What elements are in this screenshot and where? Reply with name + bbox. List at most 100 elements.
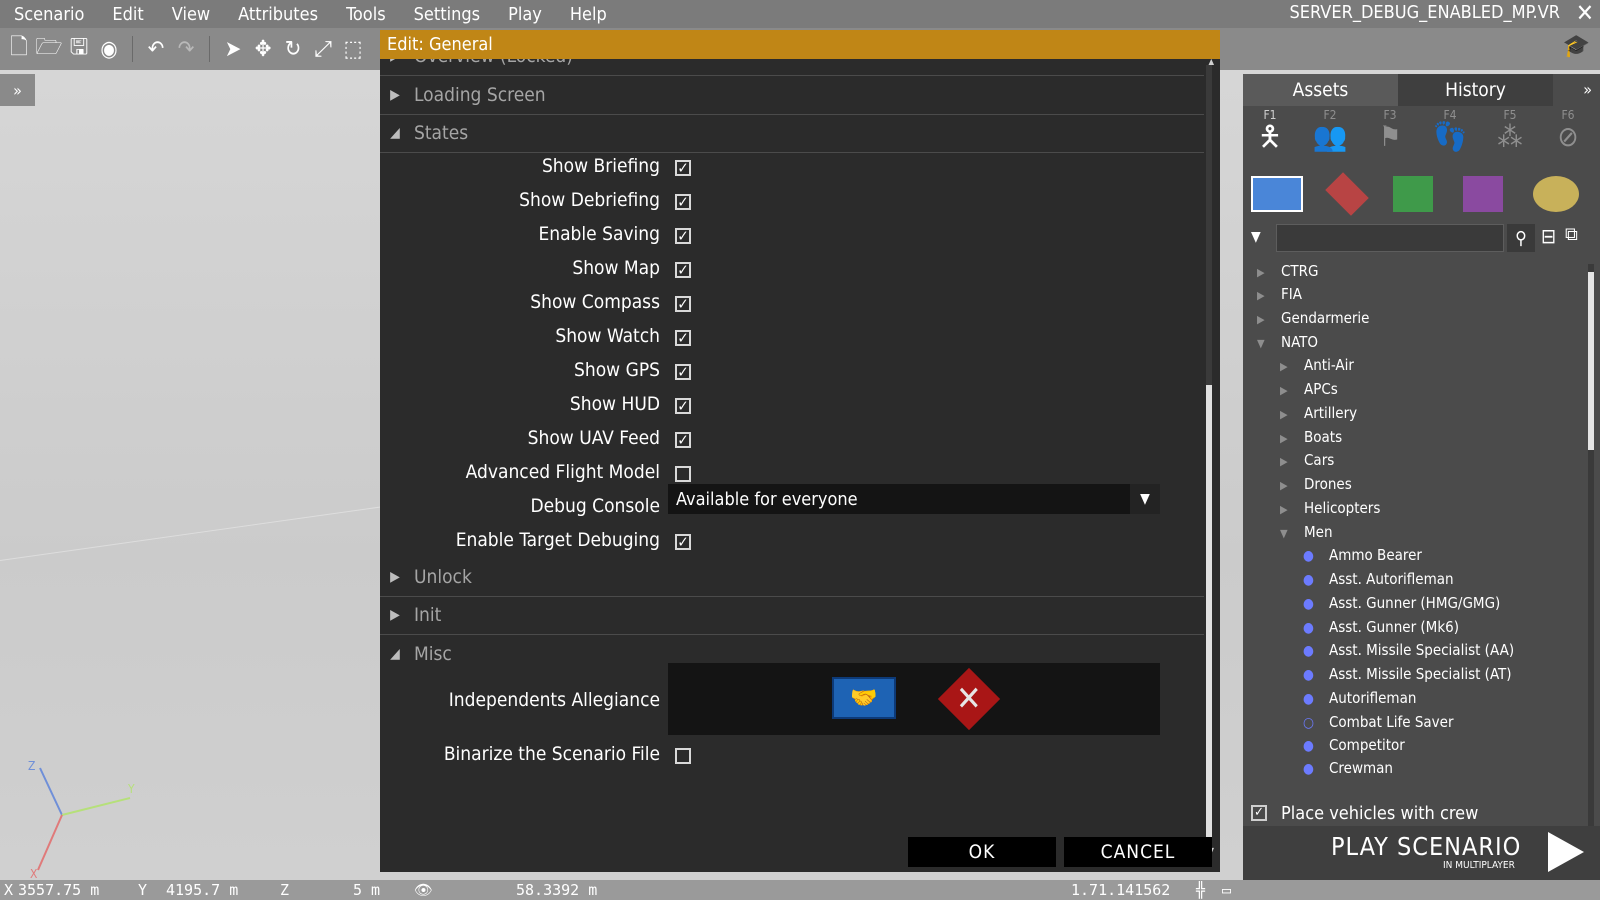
show-briefing-checkbox[interactable]: ✓ bbox=[675, 160, 691, 176]
unit-item[interactable]: ● Autorifleman bbox=[1303, 689, 1416, 707]
tree-item[interactable]: ▶ Gendarmerie bbox=[1257, 309, 1370, 327]
select-cursor-icon[interactable]: ➤ bbox=[219, 35, 247, 63]
area-select-icon[interactable]: ⬚ bbox=[339, 35, 367, 63]
binarize-checkbox[interactable] bbox=[675, 748, 691, 764]
side-independent[interactable] bbox=[1393, 176, 1433, 212]
unit-item[interactable]: ● Asst. Missile Specialist (AA) bbox=[1303, 641, 1514, 659]
tree-scrollbar-thumb[interactable] bbox=[1588, 272, 1594, 450]
show-compass-checkbox[interactable]: ✓ bbox=[675, 296, 691, 312]
cancel-button[interactable]: CANCEL bbox=[1064, 837, 1212, 867]
steam-icon[interactable]: ◉ bbox=[95, 35, 123, 63]
show-map-checkbox[interactable]: ✓ bbox=[675, 262, 691, 278]
tree-item[interactable]: ▶ Boats bbox=[1280, 428, 1342, 446]
mode-units[interactable]: F1 🯅 bbox=[1245, 108, 1295, 152]
unit-item[interactable]: ● Ammo Bearer bbox=[1303, 546, 1422, 564]
show-uav-feed-checkbox[interactable]: ✓ bbox=[675, 432, 691, 448]
enable-target-debugging-checkbox[interactable]: ✓ bbox=[675, 534, 691, 550]
undo-icon[interactable]: ↶ bbox=[142, 35, 170, 63]
place-vehicles-checkbox[interactable]: ✓ bbox=[1251, 805, 1267, 821]
tree-item[interactable]: ▶ Artillery bbox=[1280, 404, 1357, 422]
ok-button[interactable]: OK bbox=[908, 837, 1056, 867]
section-unlock[interactable]: ▶ Unlock bbox=[380, 558, 1204, 597]
tree-item[interactable]: ▶ Anti-Air bbox=[1280, 356, 1354, 374]
section-label: States bbox=[414, 122, 469, 144]
show-watch-checkbox[interactable]: ✓ bbox=[675, 330, 691, 346]
footprints-icon: 👣 bbox=[1432, 120, 1468, 153]
show-debriefing-checkbox[interactable]: ✓ bbox=[675, 194, 691, 210]
new-file-icon[interactable]: 🗋 bbox=[5, 35, 33, 63]
chevron-down-icon[interactable]: ▼ bbox=[1130, 484, 1160, 514]
menu-settings[interactable]: Settings bbox=[400, 4, 494, 25]
search-icon[interactable]: ⚲ bbox=[1507, 224, 1535, 252]
menu-help[interactable]: Help bbox=[556, 4, 621, 25]
advanced-flight-model-checkbox[interactable] bbox=[675, 466, 691, 482]
expand-left-panel-button[interactable]: » bbox=[0, 74, 35, 106]
collapse-right-panel-icon[interactable]: » bbox=[1583, 80, 1592, 99]
section-loading-screen[interactable]: ▶ Loading Screen bbox=[380, 76, 1204, 115]
collapse-all-icon[interactable]: ⊟ bbox=[1541, 226, 1561, 247]
mode-groups[interactable]: F2 👥 bbox=[1305, 108, 1355, 152]
mode-markers[interactable]: F6 ⊘ bbox=[1543, 108, 1593, 152]
mode-modules[interactable]: F3 ⚑ bbox=[1365, 108, 1415, 152]
x-axis-line bbox=[37, 814, 63, 871]
mission-notification-icon[interactable]: 🎓 bbox=[1563, 34, 1590, 59]
open-folder-icon[interactable]: 🗁 bbox=[35, 35, 63, 63]
redo-icon[interactable]: ↷ bbox=[172, 35, 200, 63]
grid-icon[interactable]: ╬ bbox=[1196, 881, 1205, 899]
play-scenario-button[interactable]: PLAY SCENARIO IN MULTIPLAYER bbox=[1243, 826, 1600, 880]
tree-item[interactable]: ▶ FIA bbox=[1257, 285, 1302, 303]
enable-saving-checkbox[interactable]: ✓ bbox=[675, 228, 691, 244]
expand-all-icon[interactable]: ⧉ bbox=[1565, 224, 1589, 248]
unit-item[interactable]: ● Crewman bbox=[1303, 759, 1393, 777]
side-empty[interactable] bbox=[1533, 176, 1579, 212]
tree-item[interactable]: ▶ APCs bbox=[1280, 380, 1338, 398]
tree-item[interactable]: ▼ NATO bbox=[1257, 333, 1318, 351]
menu-scenario[interactable]: Scenario bbox=[0, 4, 98, 25]
menu-play[interactable]: Play bbox=[494, 4, 556, 25]
search-input[interactable] bbox=[1276, 224, 1504, 252]
section-init[interactable]: ▶ Init bbox=[380, 596, 1204, 635]
debug-console-dropdown[interactable]: Available for everyone ▼ bbox=[668, 484, 1160, 514]
menu-view[interactable]: View bbox=[158, 4, 224, 25]
expand-arrow-icon: ▶ bbox=[1280, 503, 1288, 516]
side-opfor[interactable] bbox=[1325, 172, 1369, 216]
show-gps-checkbox[interactable]: ✓ bbox=[675, 364, 691, 380]
side-blufor[interactable] bbox=[1251, 176, 1303, 212]
unit-item[interactable]: ● Asst. Autorifleman bbox=[1303, 570, 1454, 588]
hostile-icon[interactable]: ✕ bbox=[937, 667, 1001, 731]
unit-item[interactable]: ● Asst. Gunner (Mk6) bbox=[1303, 618, 1459, 636]
tab-assets[interactable]: Assets bbox=[1243, 74, 1398, 106]
menu-tools[interactable]: Tools bbox=[332, 4, 400, 25]
rotate-icon[interactable]: ↻ bbox=[279, 35, 307, 63]
tree-item[interactable]: ▼ Men bbox=[1280, 523, 1333, 541]
monitor-icon[interactable]: ▭ bbox=[1222, 881, 1231, 899]
close-icon[interactable]: ✕ bbox=[1576, 0, 1594, 27]
section-states[interactable]: ◢ States bbox=[380, 114, 1204, 153]
tree-item[interactable]: ▶ Helicopters bbox=[1280, 499, 1380, 517]
place-vehicles-row[interactable]: ✓ Place vehicles with crew bbox=[1251, 800, 1591, 826]
unit-item[interactable]: ● Competitor bbox=[1303, 736, 1405, 754]
option-label: Binarize the Scenario File bbox=[443, 743, 660, 765]
tab-history[interactable]: History bbox=[1398, 74, 1553, 106]
dialog-scrollbar-thumb[interactable] bbox=[1206, 385, 1212, 843]
menu-attributes[interactable]: Attributes bbox=[224, 4, 332, 25]
unit-item[interactable]: ● Asst. Missile Specialist (AT) bbox=[1303, 665, 1512, 683]
tree-item[interactable]: ▶ CTRG bbox=[1257, 262, 1319, 280]
chevron-down-icon[interactable]: ▼ bbox=[1251, 229, 1261, 245]
gizmo-x-label: X bbox=[30, 867, 38, 880]
unit-item[interactable]: ● Asst. Gunner (HMG/GMG) bbox=[1303, 594, 1500, 612]
side-civilian[interactable] bbox=[1463, 176, 1503, 212]
scroll-up-icon[interactable]: ▲ bbox=[1208, 59, 1214, 66]
unit-item[interactable]: ○ Combat Life Saver bbox=[1303, 713, 1454, 731]
scale-icon[interactable]: ⤢ bbox=[309, 35, 337, 63]
section-overview[interactable]: ▶ Overview (Locked) bbox=[380, 59, 1204, 76]
tree-item[interactable]: ▶ Cars bbox=[1280, 451, 1334, 469]
save-icon[interactable]: 🖫 bbox=[65, 35, 93, 63]
mode-waypoints[interactable]: F4 👣 bbox=[1425, 108, 1475, 152]
menu-edit[interactable]: Edit bbox=[98, 4, 157, 25]
handshake-icon[interactable]: 🤝 bbox=[832, 677, 896, 719]
tree-item[interactable]: ▶ Drones bbox=[1280, 475, 1352, 493]
move-icon[interactable]: ✥ bbox=[249, 35, 277, 63]
show-hud-checkbox[interactable]: ✓ bbox=[675, 398, 691, 414]
mode-triggers[interactable]: F5 ⁂ bbox=[1485, 108, 1535, 152]
